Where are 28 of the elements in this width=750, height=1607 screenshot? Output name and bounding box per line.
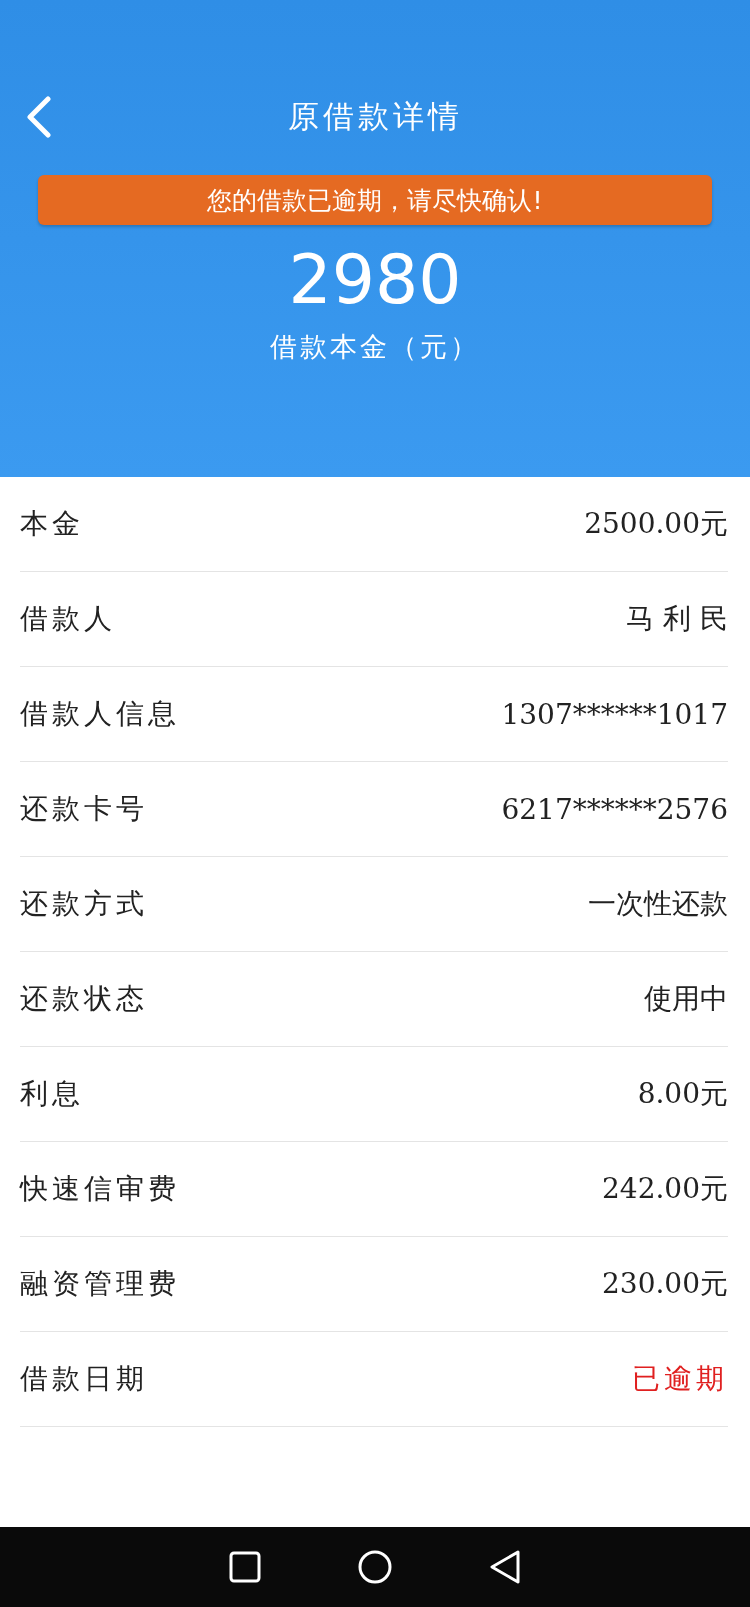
- row-value: 已逾期: [632, 1361, 728, 1397]
- row-label: 利息: [20, 1076, 84, 1112]
- row-label: 还款方式: [20, 886, 148, 922]
- row-label: 快速信审费: [20, 1171, 180, 1207]
- row-value: 6217******2576: [501, 792, 728, 826]
- row-value: 使用中: [644, 981, 728, 1017]
- loan-amount: 2980: [288, 239, 462, 321]
- row-value: 马 利 民: [626, 601, 728, 637]
- row-value: 2500.00元: [584, 506, 728, 542]
- row-value: 230.00元: [602, 1266, 728, 1302]
- row-label: 借款日期: [20, 1361, 148, 1397]
- back-icon[interactable]: [24, 96, 52, 138]
- amount-label: 借款本金（元）: [270, 329, 480, 364]
- overdue-notice: 您的借款已逾期，请尽快确认!: [38, 175, 712, 225]
- row-label: 借款人: [20, 601, 116, 637]
- row-value: 242.00元: [602, 1171, 728, 1207]
- square-icon[interactable]: [227, 1550, 262, 1584]
- row-label: 融资管理费: [20, 1266, 180, 1302]
- row-label: 本金: [20, 506, 84, 542]
- back-triangle-icon[interactable]: [488, 1549, 523, 1585]
- row-label: 还款状态: [20, 981, 148, 1017]
- circle-icon[interactable]: [357, 1549, 393, 1585]
- row-label: 借款人信息: [20, 696, 180, 732]
- page-title: 原借款详情: [287, 97, 463, 136]
- row-value: 一次性还款: [588, 886, 728, 922]
- row-value: 8.00元: [637, 1076, 728, 1112]
- row-value: 1307******1017: [501, 697, 728, 731]
- row-label: 还款卡号: [20, 791, 148, 827]
